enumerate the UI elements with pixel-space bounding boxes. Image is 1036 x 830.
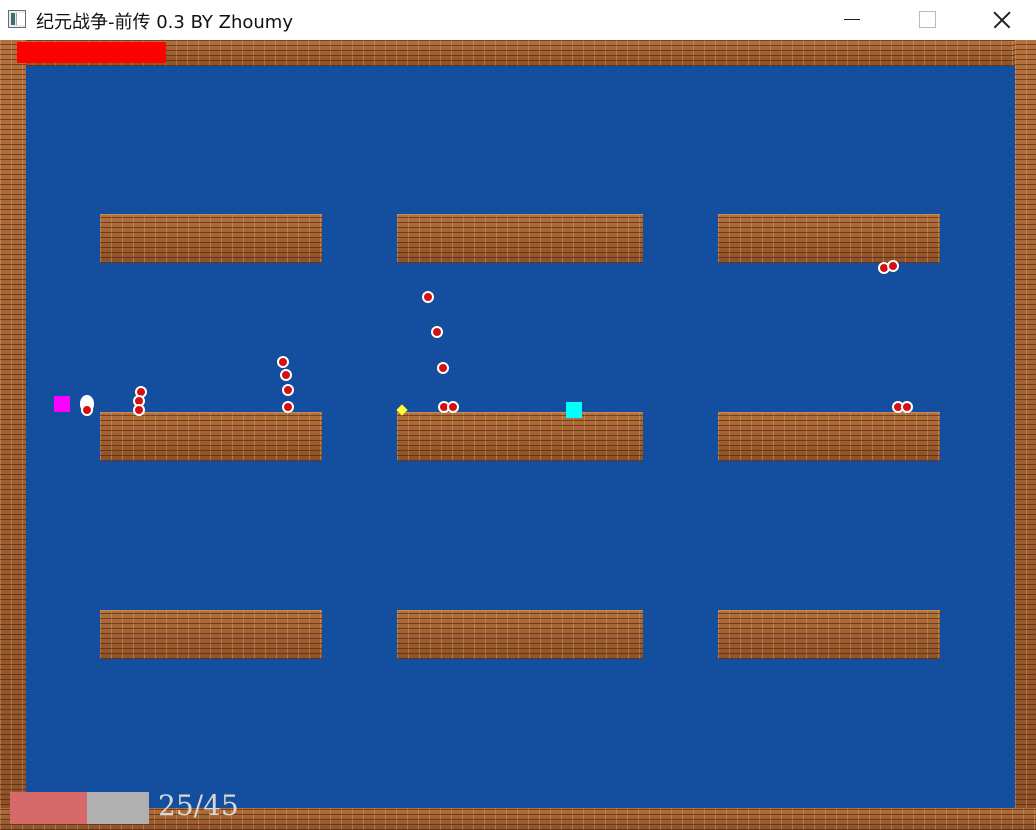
app-icon [8, 10, 26, 28]
platform [100, 412, 322, 461]
wall-right [1015, 40, 1036, 830]
platform [397, 214, 643, 263]
platform [397, 412, 643, 461]
enemy-unit [81, 404, 93, 416]
cyan-pickup [566, 402, 582, 418]
player-health-bar [17, 42, 166, 63]
platform [100, 610, 322, 659]
close-icon[interactable] [976, 0, 1026, 40]
enemy-unit [282, 384, 294, 396]
wall-bottom [0, 808, 1036, 830]
enemy-unit [280, 369, 292, 381]
ammo-bar-fill [10, 792, 87, 824]
platform [397, 610, 643, 659]
wall-left [0, 40, 26, 830]
platform [718, 412, 940, 461]
maximize-icon[interactable] [902, 0, 952, 40]
enemy-unit [422, 291, 434, 303]
ammo-counter: 25/45 [158, 789, 239, 822]
ammo-bar [10, 792, 149, 824]
enemy-unit [282, 401, 294, 413]
title-bar: 纪元战争-前传 0.3 BY Zhoumy [0, 0, 1036, 40]
enemy-unit [887, 260, 899, 272]
game-canvas[interactable]: 25/45 [0, 40, 1036, 830]
platform [718, 214, 940, 263]
player-unit [54, 396, 70, 412]
enemy-unit [277, 356, 289, 368]
platform [100, 214, 322, 263]
enemy-unit [901, 401, 913, 413]
minimize-icon[interactable] [827, 0, 877, 40]
enemy-unit [437, 362, 449, 374]
window-title: 纪元战争-前传 0.3 BY Zhoumy [36, 12, 293, 33]
enemy-unit [447, 401, 459, 413]
enemy-unit [431, 326, 443, 338]
platform [718, 610, 940, 659]
enemy-unit [133, 404, 145, 416]
